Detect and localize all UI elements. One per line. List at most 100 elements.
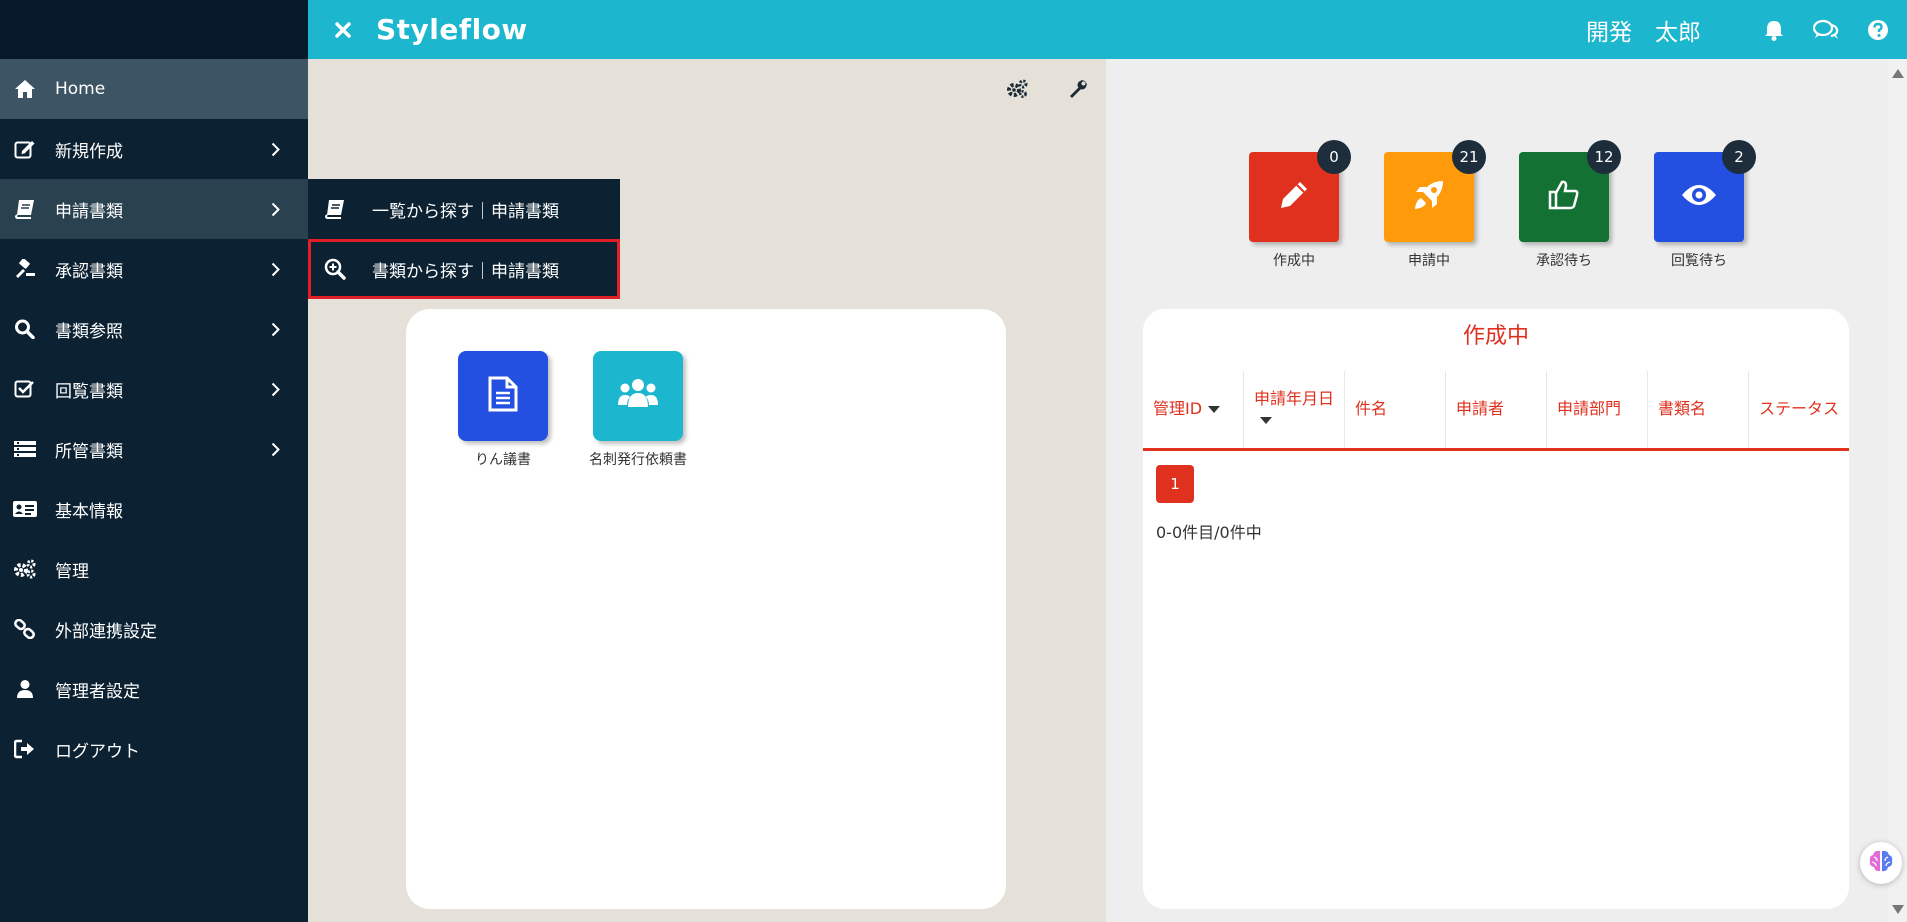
- stat-count-badge: 0: [1317, 140, 1351, 174]
- column-header-applicant[interactable]: 申請者: [1446, 371, 1547, 448]
- edit-icon: [12, 139, 38, 159]
- search-plus-icon: [322, 258, 348, 280]
- book-icon: [322, 199, 348, 219]
- chat-icon[interactable]: [1813, 19, 1839, 41]
- list-title: 作成中: [1462, 324, 1529, 349]
- users-icon: [617, 377, 659, 415]
- sidebar-item-label: 回覧書類: [55, 381, 123, 402]
- column-header-label: 件名: [1355, 399, 1388, 419]
- column-header-id[interactable]: 管理ID: [1143, 371, 1244, 448]
- pencil-icon: [1278, 179, 1310, 215]
- user-name[interactable]: 開発 太郎: [1586, 13, 1701, 47]
- column-header-label: 申請部門: [1557, 399, 1622, 419]
- stat-box[interactable]: 21: [1384, 140, 1486, 242]
- stat-count-badge: 21: [1452, 140, 1486, 174]
- sidebar-item-logout[interactable]: ログアウト: [0, 719, 308, 779]
- chevron-right-icon: [271, 142, 280, 157]
- book-icon: [12, 199, 38, 219]
- stat-label: 承認待ち: [1536, 253, 1592, 269]
- sidebar-item-new[interactable]: 新規作成: [0, 119, 308, 179]
- thumbs-up-icon: [1547, 178, 1581, 216]
- pagination-page-button[interactable]: 1: [1156, 465, 1194, 503]
- document-tile-box[interactable]: [458, 351, 548, 441]
- chevron-right-icon: [271, 322, 280, 337]
- submenu-item-browse-list[interactable]: 一覧から探す｜申請書類: [308, 179, 620, 239]
- check-square-icon: [12, 379, 38, 399]
- sidebar-item-label: ログアウト: [55, 741, 140, 762]
- sort-down-icon[interactable]: [1260, 416, 1272, 424]
- sidebar-item-home[interactable]: Home: [0, 59, 308, 119]
- sidebar: Home 新規作成 申請書類 承認書類 書類参照 回覧書類 所管書類 基本情報 …: [0, 0, 308, 922]
- stat-box[interactable]: 0: [1249, 140, 1351, 242]
- document-tile-box[interactable]: [593, 351, 683, 441]
- rocket-icon: [1412, 178, 1446, 216]
- column-header-date[interactable]: 申請年月日: [1244, 371, 1345, 448]
- eye-icon: [1680, 182, 1718, 212]
- stat-draft[interactable]: 0 作成中: [1249, 140, 1351, 270]
- stat-count-badge: 2: [1722, 140, 1756, 174]
- header-actions: 開発 太郎: [1586, 0, 1889, 59]
- column-header-doc-name[interactable]: 書類名: [1648, 371, 1749, 448]
- table-header: 管理ID 申請年月日 件名 申請者 申請部門 書類名 ステータス: [1143, 371, 1849, 451]
- sidebar-item-label: 承認書類: [55, 261, 123, 282]
- stat-awaiting-circulation[interactable]: 2 回覧待ち: [1654, 140, 1756, 270]
- stat-box[interactable]: 2: [1654, 140, 1756, 242]
- column-header-label: 管理ID: [1153, 399, 1203, 419]
- link-icon: [12, 619, 38, 639]
- top-header: Styleflow 開発 太郎: [308, 0, 1907, 59]
- sidebar-item-basic-info[interactable]: 基本情報: [0, 479, 308, 539]
- column-header-status[interactable]: ステータス: [1749, 371, 1849, 448]
- sidebar-item-label: 基本情報: [55, 501, 123, 522]
- sidebar-top: [0, 0, 308, 59]
- scroll-down-arrow-icon[interactable]: [1892, 905, 1904, 914]
- help-icon[interactable]: [1867, 19, 1889, 41]
- sidebar-item-applications[interactable]: 申請書類: [0, 179, 308, 239]
- column-header-subject[interactable]: 件名: [1345, 371, 1446, 448]
- sidebar-item-integrations[interactable]: 外部連携設定: [0, 599, 308, 659]
- stat-label: 回覧待ち: [1671, 253, 1727, 269]
- stat-count-badge: 12: [1587, 140, 1621, 174]
- wrench-icon[interactable]: [1068, 79, 1088, 99]
- bell-icon[interactable]: [1763, 19, 1785, 41]
- brand-logo: Styleflow: [376, 13, 528, 46]
- stat-applying[interactable]: 21 申請中: [1384, 140, 1486, 270]
- stat-box[interactable]: 12: [1519, 140, 1621, 242]
- sidebar-item-approvals[interactable]: 承認書類: [0, 239, 308, 299]
- chevron-right-icon: [271, 262, 280, 277]
- gavel-icon: [12, 259, 38, 279]
- sort-down-icon[interactable]: [1208, 406, 1221, 413]
- stat-label: 申請中: [1408, 253, 1450, 269]
- column-header-label: 書類名: [1658, 399, 1707, 419]
- sidebar-item-jurisdiction[interactable]: 所管書類: [0, 419, 308, 479]
- chevron-right-icon: [271, 202, 280, 217]
- sidebar-item-management[interactable]: 管理: [0, 539, 308, 599]
- settings-gears-icon[interactable]: [1006, 79, 1028, 99]
- chevron-right-icon: [271, 382, 280, 397]
- sidebar-item-circulation[interactable]: 回覧書類: [0, 359, 308, 419]
- submenu-item-search-documents[interactable]: 書類から探す｜申請書類: [308, 239, 620, 299]
- stat-awaiting-approval[interactable]: 12 承認待ち: [1519, 140, 1621, 270]
- column-header-department[interactable]: 申請部門: [1547, 371, 1648, 448]
- ai-assistant-button[interactable]: [1860, 842, 1902, 884]
- search-icon: [12, 319, 38, 339]
- chevron-right-icon: [271, 442, 280, 457]
- list-icon: [12, 439, 38, 459]
- document-tile-business-card[interactable]: 名刺発行依頼書: [589, 351, 687, 469]
- gears-icon: [12, 559, 38, 579]
- sidebar-item-label: Home: [55, 79, 106, 99]
- column-header-label: 申請年月日: [1254, 389, 1334, 431]
- column-header-text: 申請年月日: [1254, 388, 1335, 408]
- submenu-item-label: 一覧から探す｜申請書類: [372, 201, 559, 222]
- vertical-scrollbar[interactable]: [1888, 59, 1907, 922]
- document-tile-ringi[interactable]: りん議書: [458, 351, 548, 469]
- sidebar-item-admin-settings[interactable]: 管理者設定: [0, 659, 308, 719]
- logout-icon: [12, 739, 38, 759]
- home-icon: [12, 79, 38, 99]
- sidebar-item-label: 外部連携設定: [55, 621, 157, 642]
- close-icon[interactable]: [328, 21, 358, 38]
- sidebar-item-label: 書類参照: [55, 321, 123, 342]
- sidebar-item-label: 所管書類: [55, 441, 123, 462]
- scroll-up-arrow-icon[interactable]: [1892, 69, 1904, 78]
- sidebar-item-reference[interactable]: 書類参照: [0, 299, 308, 359]
- status-panel: 0 作成中 21 申請中 12 承認待ち 2 回覧待ち 作成中 管理ID 申請年…: [1106, 59, 1888, 922]
